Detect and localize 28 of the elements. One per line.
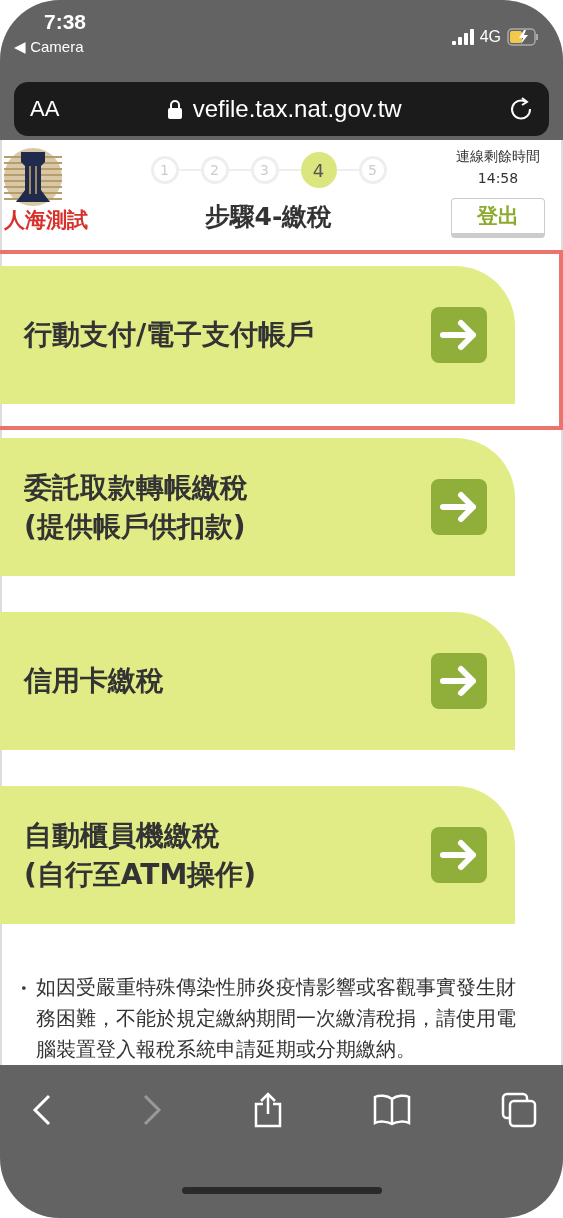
arrow-right-icon bbox=[431, 479, 487, 535]
notice-text: 如因受嚴重特殊傳染性肺炎疫情影響或客觀事實發生財務困難，不能於規定繳納期間一次繳清稅捐，請使用電腦裝置登入報稅系統申請延期或分期繳納。 bbox=[35, 974, 517, 1063]
url-text[interactable]: vefile.tax.nat.gov.tw bbox=[192, 95, 402, 123]
text-size-button[interactable]: AA bbox=[30, 96, 60, 122]
arrow-right-icon bbox=[431, 827, 487, 883]
tabs-icon[interactable] bbox=[501, 1092, 537, 1128]
page-title: 步驟4-繳稅 bbox=[204, 201, 333, 233]
lock-icon bbox=[166, 99, 183, 119]
emblem-logo bbox=[4, 148, 62, 206]
step-indicator: 4 bbox=[300, 152, 337, 188]
clock-time: 7:38 bbox=[44, 10, 87, 34]
signal-icon bbox=[451, 29, 474, 45]
payment-option-button[interactable]: 自動櫃員機繳稅 (自行至ATM操作) bbox=[0, 786, 515, 924]
network-label: 4G bbox=[479, 28, 501, 46]
bullet-icon bbox=[22, 983, 26, 993]
reload-icon[interactable] bbox=[509, 96, 533, 122]
share-icon[interactable] bbox=[252, 1092, 283, 1128]
arrow-right-icon bbox=[431, 307, 487, 363]
back-icon[interactable] bbox=[32, 1094, 52, 1126]
payment-option-button[interactable]: 行動支付/電子支付帳戶 bbox=[0, 266, 515, 404]
organization-name: 人海測試 bbox=[4, 207, 88, 234]
book-icon[interactable] bbox=[372, 1094, 411, 1126]
payment-option-button[interactable]: 信用卡繳稅 bbox=[0, 612, 515, 750]
timer-value: 14:58 bbox=[477, 170, 519, 186]
payment-option-button[interactable]: 委託取款轉帳繳稅 (提供帳戶供扣款) bbox=[0, 438, 515, 576]
timer-label: 連線剩餘時間 bbox=[456, 148, 540, 166]
back-to-app-link[interactable]: ◀ Camera bbox=[14, 38, 84, 56]
arrow-right-icon bbox=[431, 653, 487, 709]
